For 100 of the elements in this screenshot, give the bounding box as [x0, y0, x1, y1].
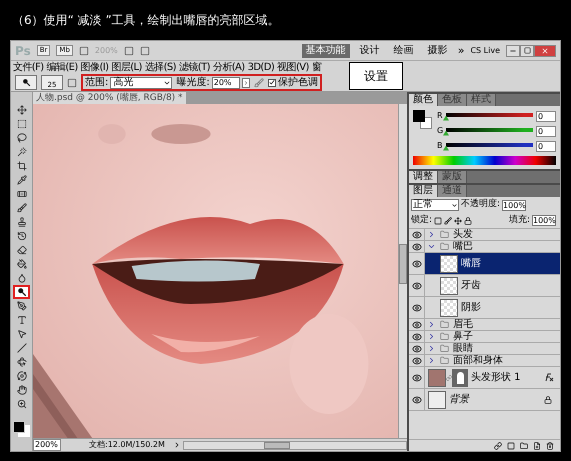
- horizontal-scrollbar[interactable]: [183, 440, 407, 450]
- panel-tab[interactable]: 色板: [438, 94, 467, 106]
- panel-tab[interactable]: 图层: [409, 185, 438, 197]
- eye-icon[interactable]: [412, 258, 422, 268]
- slider-thumb[interactable]: [443, 116, 449, 120]
- expand-icon[interactable]: [427, 230, 436, 239]
- expand-icon[interactable]: [427, 344, 436, 353]
- layer-name: 嘴巴: [453, 241, 473, 252]
- channel-label: B: [437, 140, 443, 152]
- expand-icon[interactable]: [427, 356, 436, 365]
- eye-icon[interactable]: [412, 344, 422, 354]
- close-icon: [541, 46, 549, 54]
- menu-item[interactable]: 图像(I): [80, 62, 108, 74]
- workspace-button[interactable]: 摄影: [424, 44, 452, 58]
- eye-icon[interactable]: [412, 320, 422, 330]
- folder-icon: [439, 320, 450, 329]
- status-menu-icon[interactable]: [173, 441, 181, 449]
- layer-row[interactable]: 嘴巴: [409, 241, 560, 253]
- layer-row[interactable]: 牙齿: [409, 275, 560, 297]
- eye-icon[interactable]: [412, 372, 422, 382]
- expand-icon[interactable]: [427, 242, 436, 251]
- menu-item[interactable]: 3D(D): [248, 62, 274, 74]
- channel-value[interactable]: 0: [536, 110, 556, 122]
- eye-icon[interactable]: [412, 302, 422, 312]
- layer-row[interactable]: 头发形状 1: [409, 367, 560, 389]
- trash-icon[interactable]: [546, 442, 554, 450]
- fill-field[interactable]: 100%: [532, 215, 556, 226]
- eye-icon[interactable]: [412, 394, 422, 404]
- layer-thumbnail: [428, 390, 446, 408]
- layer-name: 头发形状 1: [471, 372, 521, 383]
- scrollbar[interactable]: [398, 104, 407, 438]
- panel-tab[interactable]: 调整: [409, 171, 438, 183]
- panel-tab[interactable]: 颜色: [409, 94, 438, 106]
- expand-icon[interactable]: [427, 332, 436, 341]
- layer-row[interactable]: 面部和身体: [409, 355, 560, 367]
- more-button[interactable]: »: [458, 44, 464, 56]
- link-icon[interactable]: [494, 442, 502, 450]
- eye-icon[interactable]: [412, 280, 422, 290]
- layer-thumbnail: [440, 298, 458, 316]
- layer-row[interactable]: 头发: [409, 229, 560, 241]
- layer-row[interactable]: 眉毛: [409, 319, 560, 331]
- eye-icon[interactable]: [412, 242, 422, 252]
- layer-row[interactable]: 嘴唇: [409, 253, 560, 275]
- menu-item[interactable]: 编辑(E): [46, 62, 78, 74]
- eye-icon[interactable]: [412, 332, 422, 342]
- folder-icon: [439, 344, 450, 353]
- workspace-button[interactable]: 基本功能: [302, 44, 350, 58]
- airbrush-icon[interactable]: [254, 78, 264, 88]
- layer-name: 嘴唇: [461, 258, 481, 269]
- workspace-button[interactable]: 设计: [356, 44, 384, 58]
- folder-icon: [439, 242, 450, 251]
- slider-thumb[interactable]: [443, 146, 449, 150]
- zoom-field[interactable]: 200%: [33, 439, 61, 451]
- panel-tab[interactable]: 样式: [467, 94, 496, 106]
- channel-value[interactable]: 0: [536, 140, 556, 152]
- maximize-button[interactable]: [520, 44, 534, 56]
- blend-mode-select[interactable]: 正常: [411, 199, 459, 211]
- expand-icon[interactable]: [427, 320, 436, 329]
- range-label: 范围:: [85, 76, 108, 90]
- menu-item[interactable]: 图层(L): [111, 62, 142, 74]
- channel-label: R: [437, 110, 443, 122]
- slider-thumb[interactable]: [443, 130, 449, 136]
- new-layer-icon[interactable]: [533, 442, 541, 450]
- folder-icon[interactable]: [520, 442, 528, 450]
- exposure-field[interactable]: 20%: [212, 76, 240, 88]
- range-select[interactable]: 高光: [110, 76, 172, 88]
- lock-position-icon[interactable]: [454, 216, 462, 224]
- lock-all-icon[interactable]: [464, 216, 472, 224]
- layer-row[interactable]: 眼睛: [409, 343, 560, 355]
- layer-row[interactable]: 阴影: [409, 297, 560, 319]
- layer-row[interactable]: 鼻子: [409, 331, 560, 343]
- workspace-button[interactable]: 绘画: [390, 44, 418, 58]
- color-spectrum[interactable]: [413, 156, 556, 165]
- menu-item[interactable]: 窗: [312, 62, 322, 74]
- menu-item[interactable]: 视图(V): [277, 62, 309, 74]
- menu-item[interactable]: 分析(A): [212, 62, 245, 74]
- panel-tab[interactable]: 蒙版: [438, 171, 467, 183]
- lock-pixels-icon[interactable]: [444, 216, 452, 224]
- opacity-field[interactable]: 100%: [502, 200, 526, 210]
- document-tab[interactable]: 人物.psd @ 200% (嘴唇, RGB/8) *: [33, 92, 186, 104]
- dodge-icon: [22, 78, 30, 87]
- menu-item[interactable]: 滤镜(T): [178, 62, 210, 74]
- menu-item[interactable]: 选择(S): [144, 62, 176, 74]
- minimize-button[interactable]: [506, 44, 520, 56]
- layer-name: 阴影: [461, 302, 481, 313]
- channel-slider[interactable]: [446, 126, 533, 136]
- eye-icon[interactable]: [412, 356, 422, 366]
- color-swatches[interactable]: [413, 110, 433, 130]
- channel-value[interactable]: 0: [536, 126, 556, 136]
- cs-live-button[interactable]: CS Live: [470, 44, 500, 56]
- tool-preset-picker[interactable]: [15, 75, 37, 90]
- eye-icon[interactable]: [412, 230, 422, 240]
- layer-row[interactable]: 背景: [409, 389, 560, 411]
- protect-tones-checkbox[interactable]: 保护色调: [268, 75, 318, 90]
- slider-arrow-icon[interactable]: [242, 78, 250, 88]
- panel-tab[interactable]: 通道: [438, 185, 467, 197]
- channel-slider[interactable]: [446, 112, 533, 120]
- channel-slider[interactable]: [446, 142, 533, 150]
- menu-item[interactable]: 文件(F): [13, 62, 44, 74]
- dodge-icon[interactable]: [13, 285, 30, 299]
